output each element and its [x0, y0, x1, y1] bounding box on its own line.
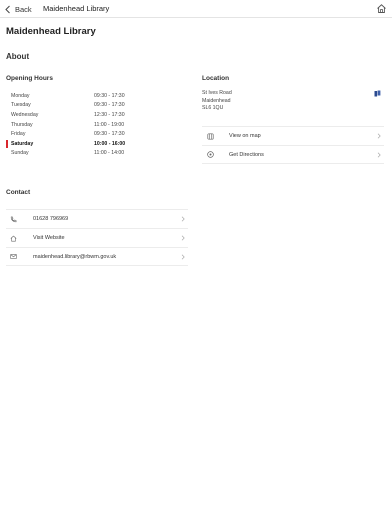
home-icon	[10, 235, 17, 241]
hours-row-tuesday: Tuesday 09:30 - 17:30	[6, 101, 136, 111]
chevron-left-icon	[5, 5, 10, 13]
map-icon	[207, 132, 214, 140]
address-line: St Ives Road	[202, 90, 232, 96]
hours-row-sunday: Sunday 11:00 - 14:00	[6, 149, 136, 159]
location-heading: Location	[202, 75, 230, 82]
chevron-right-icon	[181, 253, 185, 260]
chevron-right-icon	[377, 151, 381, 158]
address: St Ives Road Maidenhead SL6 1QU	[202, 90, 232, 113]
phone-icon	[10, 216, 17, 222]
email-row[interactable]: maidenhead.library@rbwm.gov.uk	[6, 247, 188, 266]
hours-row-friday: Friday 09:30 - 17:30	[6, 129, 136, 139]
hours-time: 11:00 - 14:00	[94, 150, 125, 157]
view-on-map-label: View on map	[229, 133, 261, 139]
hours-time: 10:00 - 16:00	[94, 140, 126, 147]
location-actions: View on map Get Directions	[202, 126, 384, 164]
hours-row-saturday-today: Saturday 10:00 - 16:00	[6, 139, 136, 149]
phone-row[interactable]: 01628 796969	[6, 209, 188, 228]
mail-icon	[10, 254, 17, 259]
hours-day: Monday	[11, 92, 30, 99]
nav-title: Maidenhead Library	[43, 4, 110, 13]
hours-row-thursday: Thursday 11:00 - 19:00	[6, 120, 136, 130]
nav-bar: Back Maidenhead Library	[0, 0, 392, 18]
hours-time: 09:30 - 17:30	[94, 102, 125, 109]
contact-heading: Contact	[6, 189, 31, 196]
about-heading: About	[6, 52, 30, 61]
hours-day: Wednesday	[11, 111, 39, 118]
page-title: Maidenhead Library	[6, 26, 96, 37]
home-icon[interactable]	[376, 3, 387, 14]
get-directions-label: Get Directions	[229, 151, 264, 158]
email-address: maidenhead.library@rbwm.gov.uk	[33, 253, 117, 260]
hours-day: Tuesday	[11, 102, 31, 109]
back-button[interactable]: Back	[4, 2, 32, 16]
chevron-right-icon	[377, 133, 381, 139]
directions-icon	[207, 151, 214, 158]
hours-day: Saturday	[11, 140, 34, 147]
get-directions-button[interactable]: Get Directions	[202, 145, 384, 164]
visit-website-row[interactable]: Visit Website	[6, 228, 188, 247]
chevron-right-icon	[181, 235, 185, 241]
hours-time: 11:00 - 19:00	[94, 121, 125, 128]
view-on-map-button[interactable]: View on map	[202, 126, 384, 145]
contact-list: 01628 796969 Visit Website maidenhead.li…	[6, 209, 188, 266]
hours-row-monday: Monday 09:30 - 17:30	[6, 91, 136, 101]
hours-time: 09:30 - 17:30	[94, 92, 125, 99]
map-pin-icon[interactable]	[374, 90, 381, 97]
phone-number: 01628 796969	[33, 216, 69, 222]
back-label: Back	[15, 4, 32, 14]
hours-time: 12:30 - 17:30	[94, 111, 125, 118]
hours-day: Thursday	[11, 121, 33, 128]
address-line: SL6 1QU	[202, 105, 224, 112]
hours-row-wednesday: Wednesday 12:30 - 17:30	[6, 110, 136, 120]
opening-hours-heading: Opening Hours	[6, 75, 53, 82]
hours-day: Friday	[11, 131, 26, 138]
visit-website-label: Visit Website	[33, 235, 65, 241]
chevron-right-icon	[181, 216, 185, 222]
hours-time: 09:30 - 17:30	[94, 131, 125, 138]
opening-hours-table: Monday 09:30 - 17:30 Tuesday 09:30 - 17:…	[6, 91, 136, 158]
hours-day: Sunday	[11, 150, 29, 157]
address-line: Maidenhead	[202, 97, 231, 104]
